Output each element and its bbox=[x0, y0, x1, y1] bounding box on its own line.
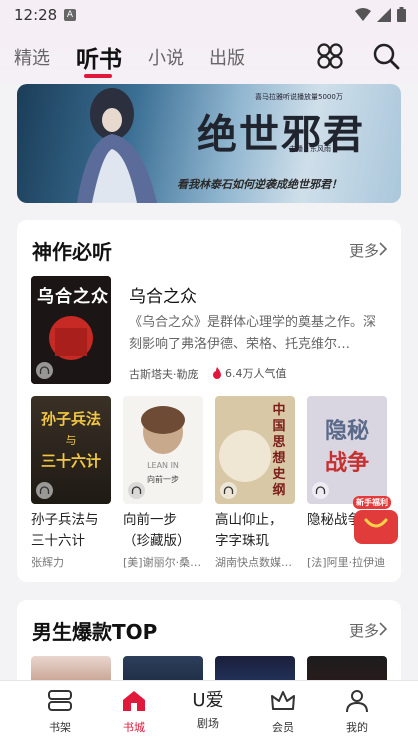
svg-text:思: 思 bbox=[272, 435, 285, 450]
category-grid-icon[interactable] bbox=[316, 42, 344, 70]
bottom-nav-theater[interactable]: U爱 剧场 bbox=[180, 689, 236, 731]
flame-icon bbox=[213, 367, 221, 379]
section-title: 神作必听 bbox=[32, 240, 112, 264]
book-item[interactable]: 中 国 思 想 史 纲 高山仰止，字字珠玑—… 湖南快点数媒… bbox=[215, 396, 295, 570]
search-icon[interactable] bbox=[372, 42, 400, 70]
tab-xiaoshuo[interactable]: 小说 bbox=[148, 44, 184, 70]
book-title: 高山仰止，字字珠玑—… bbox=[215, 512, 283, 549]
active-tab-indicator bbox=[84, 74, 112, 78]
bottom-nav-label: 会员 bbox=[272, 721, 294, 734]
svg-text:战争: 战争 bbox=[325, 450, 369, 476]
status-bar: 12:28 A bbox=[0, 0, 418, 30]
bottom-nav-profile[interactable]: 我的 bbox=[329, 689, 385, 735]
popularity-count: 6.4万人气值 bbox=[225, 367, 287, 380]
vip-crown-icon bbox=[271, 691, 295, 710]
book-title: 孙子兵法与三十六计 bbox=[31, 512, 99, 549]
wifi-icon bbox=[355, 7, 371, 21]
book-author: 张辉力 bbox=[31, 556, 64, 569]
bottom-nav-label: 我的 bbox=[346, 721, 368, 734]
banner-play-count: 喜马拉雅听说播放量5000万 bbox=[255, 93, 343, 101]
notification-icon: A bbox=[64, 9, 76, 21]
svg-text:LEAN IN: LEAN IN bbox=[147, 461, 179, 470]
svg-text:与: 与 bbox=[66, 434, 77, 447]
profile-icon bbox=[346, 690, 368, 713]
bottom-nav: 书架 书城 U爱 剧场 会员 我的 bbox=[0, 680, 418, 744]
promo-banner[interactable]: 喜马拉雅听说播放量5000万 绝世邪君 主播：东风雨 看我林泰石如何逆袭成绝世邪… bbox=[17, 84, 401, 203]
headphone-icon bbox=[128, 482, 145, 499]
chevron-right-icon[interactable] bbox=[379, 242, 387, 256]
more-link[interactable]: 更多 bbox=[349, 620, 379, 641]
bottom-nav-bookshelf[interactable]: 书架 bbox=[32, 689, 88, 735]
banner-title: 绝世邪君 bbox=[197, 111, 365, 158]
svg-text:纲: 纲 bbox=[272, 482, 285, 498]
top-category-nav: 精选 听书 小说 出版 bbox=[0, 30, 418, 84]
featured-book-author: 古斯塔夫·勒庞 bbox=[129, 368, 199, 381]
status-time: 12:28 bbox=[14, 6, 58, 24]
headphone-icon bbox=[36, 362, 53, 379]
headphone-icon bbox=[220, 482, 237, 499]
bookshelf-icon bbox=[48, 690, 72, 711]
book-author: [法]阿里·拉伊迪 bbox=[307, 556, 386, 569]
gift-label: 新手福利 bbox=[353, 496, 391, 509]
tab-jingxuan[interactable]: 精选 bbox=[14, 44, 50, 70]
svg-text:隐秘: 隐秘 bbox=[325, 418, 369, 444]
book-author: 湖南快点数媒… bbox=[215, 556, 292, 569]
more-link[interactable]: 更多 bbox=[349, 240, 379, 261]
bottom-nav-bookstore[interactable]: 书城 bbox=[106, 689, 162, 735]
svg-text:想: 想 bbox=[272, 450, 285, 466]
battery-icon bbox=[397, 7, 406, 22]
banner-slogan: 看我林泰石如何逆袭成绝世邪君！ bbox=[177, 178, 342, 191]
popularity: 6.4万人气值 bbox=[212, 365, 287, 381]
book-cover: 孙子兵法 与 三十六计 bbox=[31, 396, 111, 504]
book-cover: 中 国 思 想 史 纲 bbox=[215, 396, 295, 504]
featured-book-cover[interactable]: 乌合之众 bbox=[31, 276, 111, 384]
banner-character-image bbox=[77, 88, 157, 203]
home-icon bbox=[123, 691, 145, 711]
bottom-nav-label: 书城 bbox=[123, 721, 145, 734]
svg-text:孙子兵法: 孙子兵法 bbox=[41, 410, 101, 428]
book-cover: 隐秘 战争 bbox=[307, 396, 387, 504]
bottom-nav-label: 剧场 bbox=[197, 717, 219, 730]
chevron-right-icon[interactable] bbox=[379, 622, 387, 636]
svg-text:三十六计: 三十六计 bbox=[41, 452, 101, 470]
book-item[interactable]: 孙子兵法 与 三十六计 孙子兵法与三十六计 张辉力 bbox=[31, 396, 111, 570]
headphone-icon bbox=[36, 482, 53, 499]
featured-book-description: 《乌合之众》是群体心理学的奠基之作。深刻影响了弗洛伊德、荣格、托克维尔… bbox=[129, 315, 377, 352]
headphone-icon bbox=[312, 482, 329, 499]
section-masterpieces: 神作必听 更多 乌合之众 乌合之众 《乌合之众》是群体心理学的奠基之作。深刻影响… bbox=[17, 220, 401, 582]
bottom-nav-vip[interactable]: 会员 bbox=[255, 689, 311, 735]
banner-host: 主播：东风雨 bbox=[289, 145, 331, 153]
svg-text:国: 国 bbox=[272, 419, 285, 434]
theater-icon: U爱 bbox=[192, 690, 224, 711]
newcomer-gift-button[interactable]: 新手福利 bbox=[348, 496, 404, 546]
svg-text:向前一步: 向前一步 bbox=[147, 474, 179, 484]
cover-title: 乌合之众 bbox=[37, 287, 109, 307]
tab-tingshu[interactable]: 听书 bbox=[76, 40, 122, 74]
svg-text:史: 史 bbox=[272, 466, 286, 482]
book-cover: LEAN IN 向前一步 bbox=[123, 396, 203, 504]
signal-icon bbox=[377, 7, 391, 22]
book-item[interactable]: LEAN IN 向前一步 向前一步（珍藏版） [美]谢丽尔·桑… bbox=[123, 396, 203, 570]
section-title: 男生爆款TOP bbox=[32, 620, 158, 644]
bottom-nav-label: 书架 bbox=[49, 721, 71, 734]
status-icons bbox=[355, 7, 406, 22]
book-author: [美]谢丽尔·桑… bbox=[123, 556, 202, 569]
book-title: 向前一步（珍藏版） bbox=[123, 512, 191, 549]
svg-text:中: 中 bbox=[272, 402, 285, 418]
tab-chuban[interactable]: 出版 bbox=[209, 44, 245, 70]
featured-book-title[interactable]: 乌合之众 bbox=[129, 282, 197, 307]
